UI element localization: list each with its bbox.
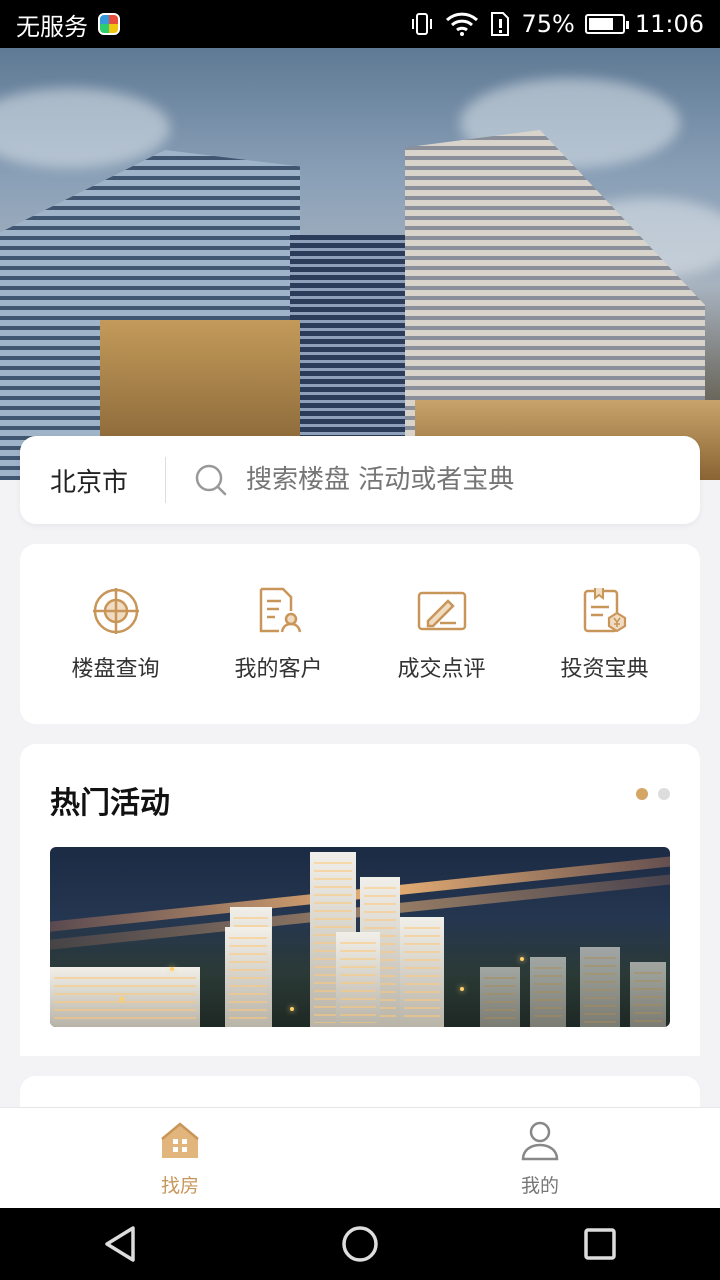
tab-find-house[interactable]: 找房 [0,1108,360,1208]
person-icon [521,1121,559,1160]
home-circle-icon [342,1226,378,1262]
search-bar: 北京市 [20,436,700,524]
tab-bar: 找房 我的 [0,1107,720,1208]
clock: 11:06 [634,10,704,38]
recents-square-icon [584,1228,616,1260]
activity-banner[interactable] [50,847,670,1027]
section-title: 热门活动 [50,786,170,821]
carousel-indicator [636,788,670,800]
quick-actions: 楼盘查询 我的客户 成交点评 投资宝典 [20,544,700,724]
target-icon [92,588,139,634]
system-nav-bar [0,1208,720,1280]
hot-activities-card: 热门活动 [20,744,700,1056]
action-label: 我的客户 [234,657,323,682]
vibrate-icon [412,13,433,35]
tab-label: 找房 [160,1174,199,1197]
status-bar: 无服务 75% 11:06 [0,0,720,48]
action-label: 楼盘查询 [71,657,160,682]
search-input[interactable] [246,465,606,495]
hero-banner[interactable] [0,48,720,480]
app-badge-icon [98,13,120,35]
back-triangle-icon [105,1226,135,1262]
action-label: 投资宝典 [560,657,649,682]
tab-mine[interactable]: 我的 [360,1108,720,1208]
divider [165,457,166,503]
review-edit-icon [417,591,466,631]
battery-percent: 75% [521,10,575,38]
search-icon [194,463,228,497]
action-investment-guide[interactable]: 投资宝典 [530,585,680,683]
sim-alert-icon [491,12,510,36]
wifi-icon [446,12,479,36]
action-property-search[interactable]: 楼盘查询 [41,585,191,683]
carrier-text: 无服务 [16,12,88,41]
city-selector[interactable]: 北京市 [20,462,165,499]
battery-icon [584,14,629,34]
carousel-dot[interactable] [658,788,670,800]
recents-button[interactable] [578,1222,622,1266]
house-icon [161,1121,199,1158]
home-button[interactable] [338,1222,382,1266]
back-button[interactable] [98,1222,142,1266]
tab-label: 我的 [520,1174,559,1197]
action-label: 成交点评 [397,657,486,682]
action-my-clients[interactable]: 我的客户 [204,585,354,683]
investment-doc-icon [583,588,626,633]
carousel-dot[interactable] [636,788,648,800]
client-doc-icon [259,587,301,633]
action-deal-reviews[interactable]: 成交点评 [367,585,517,683]
